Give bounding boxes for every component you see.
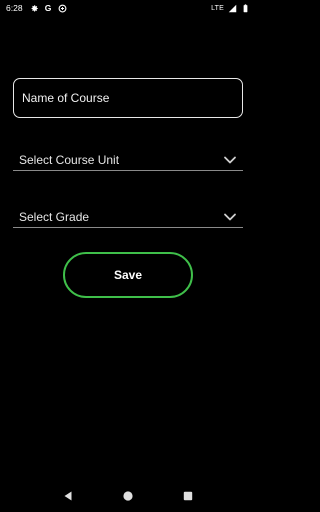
back-icon[interactable]: [62, 490, 74, 502]
save-button[interactable]: Save: [63, 252, 193, 298]
course-name-input[interactable]: Name of Course: [13, 78, 243, 118]
chevron-down-icon: [223, 155, 237, 165]
status-right: LTE: [211, 3, 250, 13]
sync-icon: [58, 4, 67, 13]
settings-icon: [30, 4, 39, 13]
grade-label: Select Grade: [19, 209, 90, 224]
status-left: 6:28 G: [6, 3, 67, 13]
network-type-label: LTE: [211, 4, 224, 12]
signal-icon: [228, 4, 237, 13]
battery-icon: [241, 3, 250, 13]
home-icon[interactable]: [122, 490, 134, 502]
system-nav-bar: [0, 480, 256, 512]
course-unit-label: Select Course Unit: [19, 152, 120, 167]
status-bar: 6:28 G LTE: [0, 0, 256, 16]
google-icon: G: [44, 3, 52, 13]
chevron-down-icon: [223, 212, 237, 222]
recents-icon[interactable]: [182, 490, 194, 502]
grade-dropdown[interactable]: Select Grade: [13, 206, 243, 228]
course-unit-dropdown[interactable]: Select Course Unit: [13, 149, 243, 171]
status-time: 6:28: [6, 3, 23, 13]
